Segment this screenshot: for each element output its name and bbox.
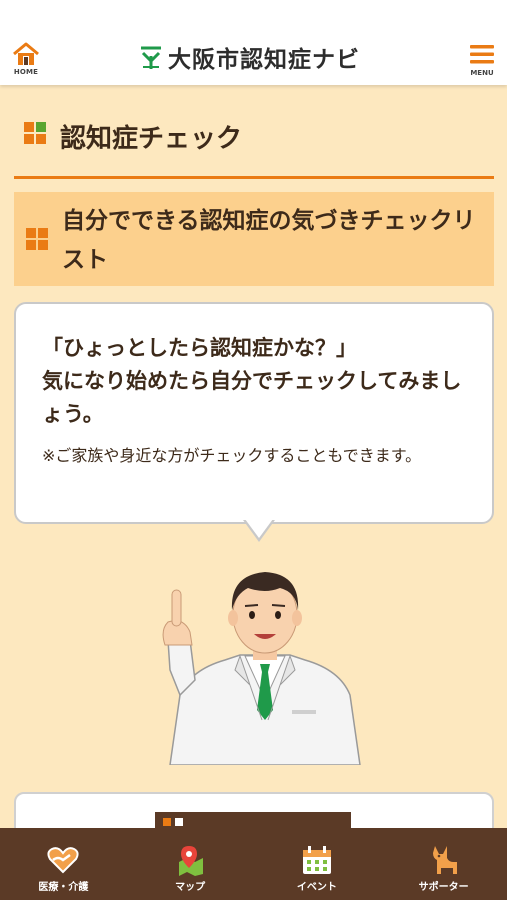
app-logo[interactable]: 大阪市認知症ナビ (138, 42, 360, 73)
tab-label: イベント (296, 882, 337, 893)
speech-bubble: 「ひょっとしたら認知症かな？」 気になり始めたら自分でチェックしてみましょう。 … (14, 302, 494, 524)
subsection-title: 自分でできる認知症の気づきチェックリスト (62, 208, 476, 273)
tab-label: マップ (175, 882, 206, 893)
page-dot-active[interactable] (163, 818, 171, 826)
home-label: HOME (13, 68, 39, 76)
tab-map[interactable]: マップ (127, 828, 254, 900)
grid-squares-icon (26, 228, 48, 250)
heart-hands-icon (47, 847, 79, 874)
bottom-tab-bar: 医療・介護 マップ イベント サポーター (0, 828, 507, 900)
map-pin-icon (179, 846, 204, 876)
home-icon (13, 42, 39, 65)
menu-button[interactable]: MENU (467, 44, 497, 78)
subsection-heading: 自分でできる認知症の気づきチェックリスト (14, 192, 494, 286)
calendar-icon (302, 846, 331, 874)
doctor-illustration (162, 572, 361, 765)
carousel-pager (155, 812, 351, 832)
tab-label: 医療・介護 (38, 882, 89, 893)
app-header: HOME 大阪市認知症ナビ MENU (0, 0, 507, 85)
tab-label: サポーター (418, 882, 469, 893)
tab-supporter[interactable]: サポーター (380, 828, 507, 900)
tab-medical-care[interactable]: 医療・介護 (0, 828, 127, 900)
hamburger-menu-icon (470, 45, 494, 64)
menu-label: MENU (470, 69, 494, 77)
bubble-main-text: 「ひょっとしたら認知症かな？」 気になり始めたら自分でチェックしてみましょう。 (42, 332, 472, 431)
dog-icon (432, 846, 457, 874)
osaka-city-mark-icon (141, 46, 161, 69)
bubble-line-2: 気になり始めたら自分でチェックしてみましょう。 (42, 369, 462, 426)
bubble-line-1: 「ひょっとしたら認知症かな？」 (42, 336, 357, 360)
home-button[interactable]: HOME (8, 42, 44, 78)
bubble-note: ※ご家族や身近な方がチェックすることもできます。 (42, 446, 422, 465)
section-heading: 認知症チェック (14, 112, 494, 179)
tab-events[interactable]: イベント (254, 828, 381, 900)
bubble-tail-fill (245, 519, 273, 538)
logo-text: 大阪市認知症ナビ (168, 47, 360, 73)
page-title: 認知症チェック (60, 124, 243, 154)
grid-squares-icon (24, 122, 46, 144)
page-dot[interactable] (175, 818, 183, 826)
